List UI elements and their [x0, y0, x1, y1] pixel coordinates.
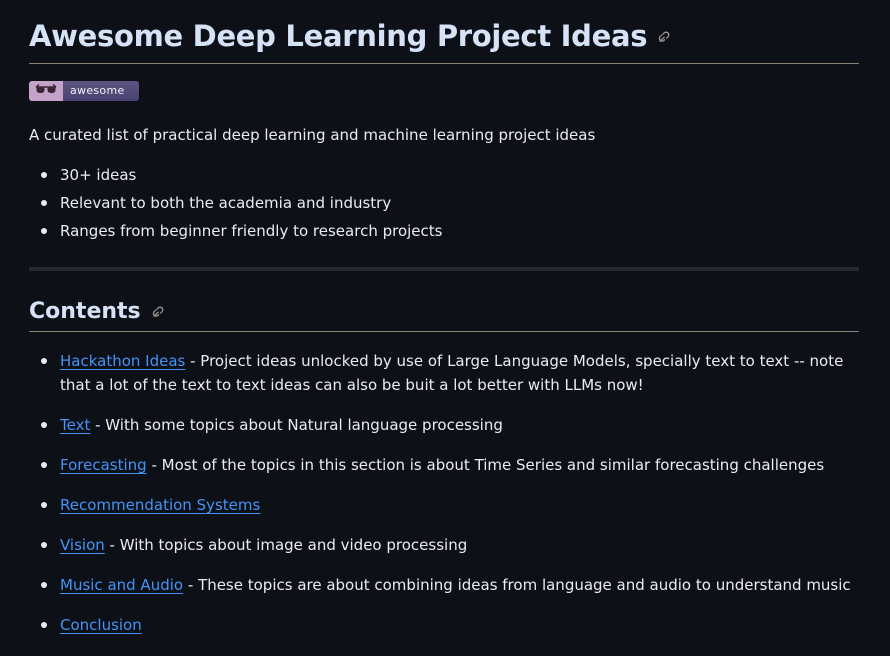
- page-title-text: Awesome Deep Learning Project Ideas: [29, 19, 648, 53]
- toc-link-music-and-audio[interactable]: Music and Audio: [60, 576, 183, 594]
- toc-item-hackathon-ideas: Hackathon Ideas - Project ideas unlocked…: [29, 349, 859, 397]
- toc-link-hackathon-ideas[interactable]: Hackathon Ideas: [60, 352, 185, 370]
- contents-divider: [29, 331, 859, 332]
- bullet-icon: [41, 622, 47, 628]
- toc-link-forecasting[interactable]: Forecasting: [60, 456, 147, 474]
- toc-link-conclusion[interactable]: Conclusion: [60, 616, 142, 634]
- feature-list: 30+ ideas Relevant to both the academia …: [29, 163, 442, 247]
- toc-link-vision[interactable]: Vision: [60, 536, 105, 554]
- link-icon[interactable]: [149, 306, 165, 322]
- link-icon[interactable]: [655, 31, 671, 47]
- toc-item-vision: Vision - With topics about image and vid…: [29, 533, 859, 557]
- page-title: Awesome Deep Learning Project Ideas: [29, 14, 859, 58]
- bullet-icon: [41, 358, 47, 364]
- toc-item-text: Text - With some topics about Natural la…: [29, 413, 859, 437]
- toc-desc: - Most of the topics in this section is …: [146, 456, 825, 474]
- toc-desc: - With some topics about Natural languag…: [90, 416, 503, 434]
- toc-desc: - These topics are about combining ideas…: [183, 576, 851, 594]
- bullet-icon: [41, 422, 47, 428]
- list-item: Relevant to both the academia and indust…: [29, 191, 442, 219]
- contents-heading-text: Contents: [29, 299, 141, 324]
- bullet-icon: [41, 172, 47, 178]
- toc-item-forecasting: Forecasting - Most of the topics in this…: [29, 453, 859, 477]
- title-divider: [29, 63, 859, 64]
- toc-desc: - With topics about image and video proc…: [104, 536, 468, 554]
- bullet-icon: [41, 582, 47, 588]
- bullet-icon: [41, 502, 47, 508]
- badge-label: awesome: [63, 81, 139, 101]
- toc-link-recommendation-systems[interactable]: Recommendation Systems: [60, 496, 260, 514]
- list-item: 30+ ideas: [29, 163, 442, 191]
- bullet-icon: [41, 542, 47, 548]
- badge-icon-area: [29, 81, 63, 101]
- toc-item-recommendation-systems: Recommendation Systems: [29, 493, 859, 517]
- contents-heading: Contents: [29, 296, 165, 328]
- toc-item-music-and-audio: Music and Audio - These topics are about…: [29, 573, 859, 597]
- bullet-icon: [41, 228, 47, 234]
- contents-list: Hackathon Ideas - Project ideas unlocked…: [29, 349, 859, 653]
- toc-link-text[interactable]: Text: [60, 416, 90, 434]
- list-item: Ranges from beginner friendly to researc…: [29, 219, 442, 247]
- bullet-icon: [41, 200, 47, 206]
- awesome-badge[interactable]: awesome: [29, 81, 139, 101]
- toc-item-conclusion: Conclusion: [29, 613, 859, 637]
- intro-text: A curated list of practical deep learnin…: [29, 126, 596, 144]
- section-divider: [29, 267, 859, 271]
- bullet-icon: [41, 462, 47, 468]
- sunglasses-icon: [35, 81, 57, 101]
